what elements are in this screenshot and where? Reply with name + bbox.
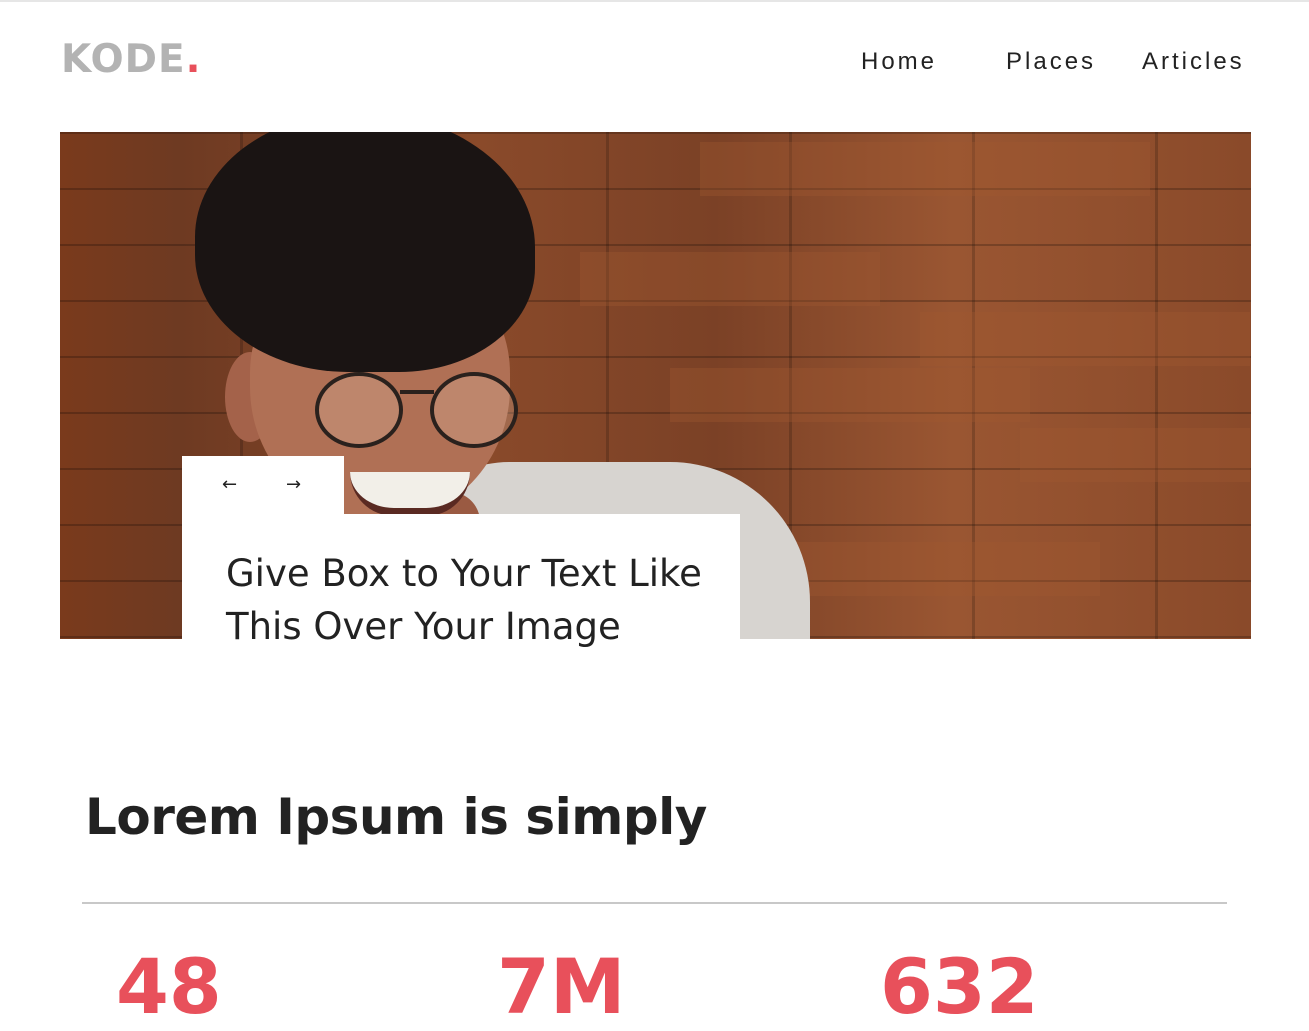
caption-box: Give Box to Your Text Like This Over You… — [182, 514, 740, 714]
stat-value: 7M — [497, 942, 626, 1031]
wood-plank — [670, 368, 1030, 422]
arrow-right-icon[interactable]: → — [286, 473, 301, 497]
stat-value: 48 — [116, 942, 222, 1031]
wood-plank — [700, 142, 1150, 196]
nav-item-home[interactable]: Home — [861, 47, 937, 77]
main-nav: Home Places Articles — [0, 47, 1309, 77]
wood-plank — [760, 542, 1100, 596]
nav-item-articles[interactable]: Articles — [1142, 47, 1245, 77]
section-title: Lorem Ipsum is simply — [85, 788, 707, 846]
arrow-left-icon[interactable]: ← — [222, 473, 237, 497]
wood-plank — [920, 312, 1250, 366]
glasses-lens-right — [430, 372, 518, 448]
divider — [82, 902, 1227, 904]
nav-item-places[interactable]: Places — [1006, 47, 1096, 77]
wood-plank — [580, 252, 880, 306]
glasses-lens-left — [315, 372, 403, 448]
slider-controls: ← → — [182, 456, 344, 516]
person-hair — [195, 132, 535, 372]
top-border — [0, 0, 1309, 2]
glasses-bridge — [400, 390, 434, 394]
wood-plank — [1020, 428, 1250, 482]
stat-value: 632 — [880, 942, 1039, 1031]
hero-caption: Give Box to Your Text Like This Over You… — [226, 552, 702, 648]
